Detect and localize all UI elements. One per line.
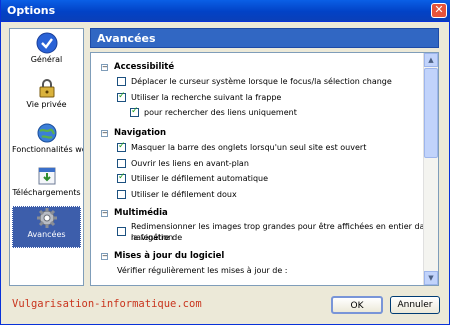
option-label-continued: navigation [131, 233, 174, 242]
checkbox-find-as-you-type[interactable] [117, 91, 126, 102]
sidebar-item-downloads[interactable]: Téléchargements [12, 165, 81, 207]
sidebar-label: Vie privée [26, 100, 67, 109]
checkbox-links-only[interactable] [130, 106, 139, 117]
collapse-toggle-icon[interactable]: − [101, 210, 108, 217]
scroll-thumb[interactable] [424, 68, 438, 158]
collapse-toggle-icon[interactable]: − [101, 130, 108, 137]
category-sidebar: Général Vie privée Fonctionnalités web T… [9, 28, 84, 286]
option-label: Utiliser la recherche suivant la frappe [131, 93, 282, 102]
collapse-toggle-icon[interactable]: − [101, 64, 108, 71]
window-title: Options [7, 4, 56, 17]
panel-title: Avancées [97, 32, 156, 45]
section-title-updates: Mises à jour du logiciel [114, 251, 225, 261]
option-label: Masquer la barre des onglets lorsqu'un s… [131, 143, 367, 152]
gear-icon [36, 208, 57, 228]
section-title-multimedia: Multimédia [114, 208, 168, 218]
option-label: Ouvrir les liens en avant-plan [131, 159, 249, 168]
checkbox-hide-tab-bar[interactable] [117, 141, 126, 152]
sidebar-label: Général [30, 55, 63, 64]
ok-button[interactable]: OK [331, 296, 383, 314]
section-title-accessibility: Accessibilité [114, 62, 175, 72]
sidebar-item-web-features[interactable]: Fonctionnalités web [12, 122, 84, 164]
option-label: Déplacer le curseur système lorsque le f… [131, 77, 392, 86]
checkbox-resize-images[interactable] [117, 227, 126, 236]
downloads-icon [38, 167, 55, 185]
sidebar-item-advanced[interactable]: Avancées [12, 206, 81, 248]
checkbox-smooth-scroll[interactable] [117, 190, 126, 199]
sidebar-label: Téléchargements [12, 188, 81, 197]
scroll-up-icon[interactable]: ▲ [424, 53, 438, 67]
watermark-text: Vulgarisation-informatique.com [12, 298, 202, 310]
checkbox-move-cursor[interactable] [117, 77, 126, 86]
privacy-icon [39, 79, 54, 98]
globe-icon [37, 123, 56, 143]
title-bar[interactable]: Options ✕ [1, 0, 450, 22]
sidebar-item-privacy[interactable]: Vie privée [12, 77, 81, 119]
checkbox-autoscroll[interactable] [117, 172, 126, 183]
check-circle-icon [36, 32, 57, 54]
sidebar-label: Fonctionnalités web [12, 145, 84, 154]
option-label: Utiliser le défilement automatique [131, 174, 269, 183]
option-label: Redimensionner les images trop grandes p… [131, 222, 434, 242]
close-button[interactable]: ✕ [431, 3, 447, 18]
collapse-toggle-icon[interactable]: − [101, 253, 108, 260]
sidebar-label: Avancées [27, 230, 66, 239]
vertical-scrollbar[interactable]: ▲ ▼ [423, 53, 438, 285]
section-title-navigation: Navigation [114, 128, 166, 138]
options-window: Options ✕ Général Vie privée Fonctionnal… [0, 0, 450, 325]
option-label: Utiliser le défilement doux [131, 190, 237, 199]
updates-subtitle: Vérifier régulièrement les mises à jour … [117, 266, 288, 275]
panel-header: Avancées [90, 28, 439, 48]
option-label: pour rechercher des liens uniquement [144, 108, 297, 117]
settings-content: − Accessibilité Déplacer le curseur syst… [90, 52, 439, 286]
scroll-down-icon[interactable]: ▼ [424, 271, 438, 285]
checkbox-open-links-foreground[interactable] [117, 159, 126, 168]
cancel-button[interactable]: Annuler [390, 296, 440, 314]
sidebar-item-general[interactable]: Général [12, 32, 81, 74]
